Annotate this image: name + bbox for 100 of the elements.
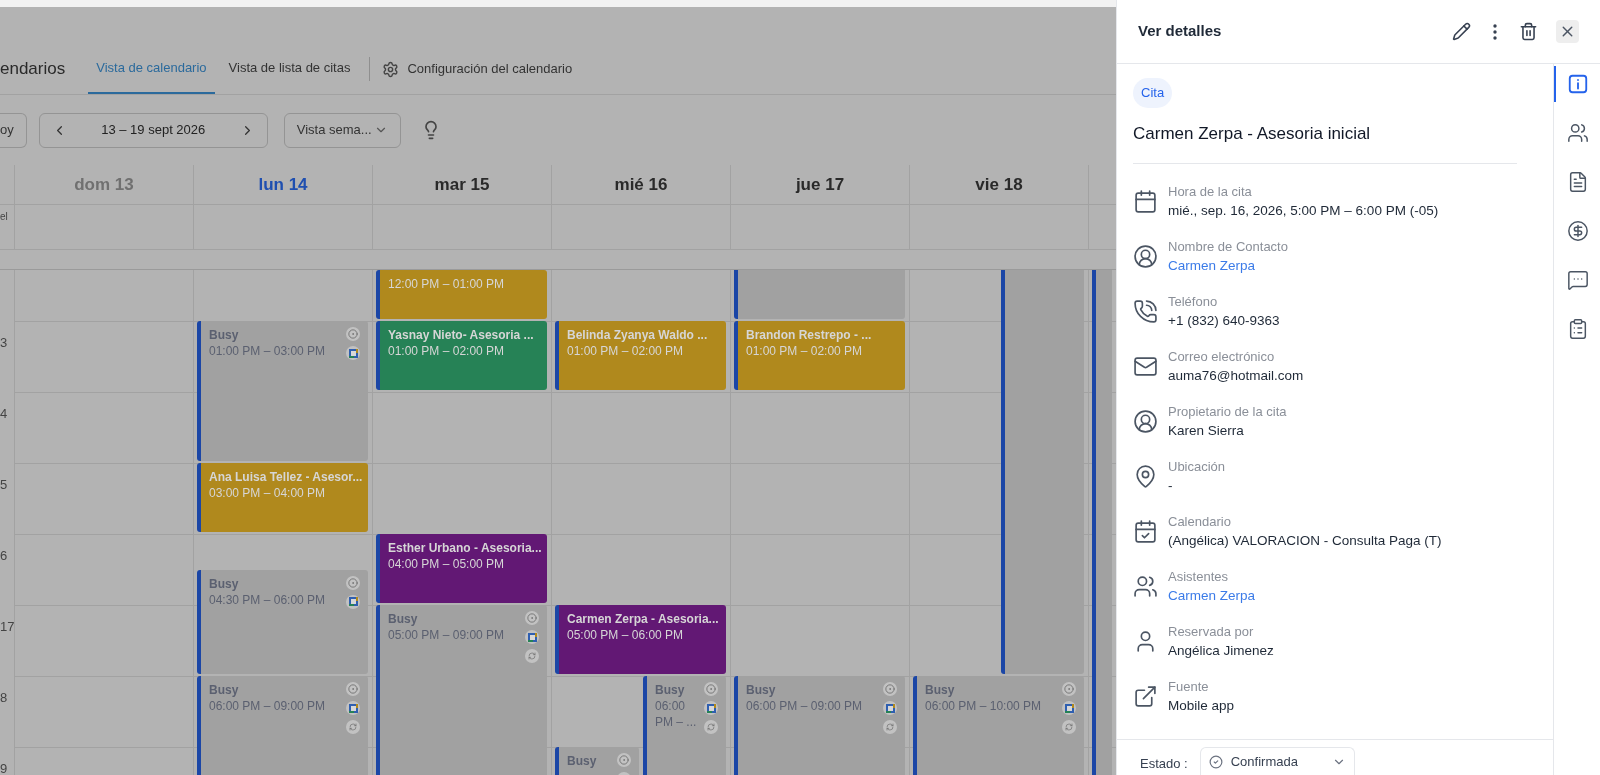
- event-time: 01:00 PM – 02:00 PM: [746, 343, 864, 359]
- event-time: 04:00 PM – 05:00 PM: [388, 556, 506, 572]
- calendar-app-icon: [346, 346, 360, 360]
- status-icon: [883, 682, 897, 696]
- busy-block[interactable]: Busy 06:00 PM – 09:00 PM: [734, 676, 905, 775]
- sync-icon: [525, 649, 539, 663]
- panel-title: Ver detalles: [1138, 21, 1222, 42]
- appointment-card[interactable]: 12:00 PM – 01:00 PM: [376, 270, 547, 319]
- calendar-app-icon: [346, 594, 360, 609]
- sync-icon: [1062, 720, 1076, 734]
- event-title: Busy: [209, 575, 240, 592]
- hour-label: 3: [0, 334, 8, 352]
- all-day-label: el: [0, 210, 8, 224]
- event-time: 01:00 PM – 02:00 PM: [388, 343, 506, 359]
- hour-label: 9: [0, 760, 8, 775]
- appointment-card[interactable]: Yasnay Nieto- Asesoria ... 01:00 PM – 02:00 PM: [376, 321, 547, 390]
- status-select[interactable]: Confirmada: [1199, 747, 1355, 775]
- view-tab[interactable]: Vista de lista de citas: [220, 44, 359, 94]
- document-icon: [1567, 171, 1589, 193]
- view-tab[interactable]: Vista de calendario: [88, 44, 215, 94]
- status-icon: [346, 575, 360, 590]
- calendar-settings-link[interactable]: Configuración del calendario: [378, 59, 577, 79]
- user-circle-icon: [1133, 243, 1158, 269]
- field-link[interactable]: Carmen Zerpa: [1168, 256, 1288, 275]
- event-time: 01:00 PM – 03:00 PM: [209, 343, 326, 359]
- dollar-icon: [1567, 220, 1589, 242]
- clipboard-icon: [1567, 318, 1589, 340]
- event-time: 06:00 PM – ...: [655, 698, 698, 730]
- hour-label: 8: [0, 689, 8, 707]
- external-link-icon: [1133, 683, 1158, 709]
- info-icon: [1567, 73, 1589, 95]
- event-title: Busy: [388, 611, 419, 627]
- appointment-card[interactable]: Ana Luisa Tellez - Asesor... 03:00 PM – 04:00 PM: [197, 463, 368, 532]
- date-navigator[interactable]: 13 – 19 sept 2026: [38, 112, 268, 148]
- event-title: Busy: [925, 682, 956, 698]
- appointment-card[interactable]: Carmen Zerpa - Asesoria... 05:00 PM – 06:00 PM: [555, 605, 726, 674]
- check-circle-icon: [1208, 754, 1223, 769]
- settings-icon: [382, 60, 400, 78]
- field-label: Fuente: [1168, 678, 1210, 696]
- calendar-icon: [1133, 188, 1158, 214]
- event-title: Busy: [209, 682, 240, 698]
- event-time: 05:00 PM – 06:00 PM: [567, 627, 685, 643]
- pencil-icon: [1452, 22, 1471, 41]
- day-header: lun 14: [258, 173, 308, 196]
- date-range: 13 – 19 sept 2026: [101, 121, 206, 140]
- event-title: Esther Urbano - Asesoria...: [388, 540, 539, 556]
- busy-block[interactable]: Busy 06:00 PM – ...: [643, 676, 726, 775]
- appointment-card[interactable]: Esther Urbano - Asesoria... 04:00 PM – 05:00 PM: [376, 534, 547, 603]
- event-time: 06:00 PM – 10:00 PM: [925, 698, 1042, 714]
- event-time: 05:00 PM – 09:00 PM: [388, 627, 505, 643]
- calendar-check-icon: [1133, 518, 1158, 544]
- event-title: Busy: [655, 682, 686, 698]
- field-label: Ubicación: [1168, 458, 1226, 476]
- event-title: Busy: [746, 682, 777, 698]
- status-icon: [1062, 682, 1076, 696]
- trash-icon: [1519, 22, 1538, 41]
- field-label: Hora de la cita: [1168, 183, 1253, 201]
- event-time: 06:00 PM – 09:00 PM: [746, 698, 863, 714]
- status-icon: [704, 682, 718, 696]
- field-value: (Angélica) VALORACION - Consulta Paga (T): [1168, 532, 1442, 550]
- appointment-card[interactable]: Brandon Restrepo - ... 01:00 PM – 02:00 PM: [734, 321, 905, 390]
- busy-block[interactable]: Busy 05:00 PM – 09:00 PM: [376, 605, 547, 775]
- status-icon: [346, 682, 360, 696]
- field-label: Propietario de la cita: [1168, 403, 1287, 421]
- day-header: mar 15: [434, 173, 490, 196]
- busy-block[interactable]: Busy 06:00 PM – 10:00 PM: [913, 676, 1084, 775]
- busy-block[interactable]: Busy 01:00 PM – 03:00 PM: [197, 321, 368, 461]
- hour-label: 17: [0, 618, 14, 636]
- event-time: 03:00 PM – 04:00 PM: [209, 485, 327, 501]
- busy-block[interactable]: Busy: [555, 747, 639, 775]
- calendar-app-icon: [883, 701, 897, 715]
- busy-block[interactable]: [1001, 270, 1084, 674]
- field-value: mié., sep. 16, 2026, 5:00 PM – 6:00 PM (-05): [1168, 202, 1439, 220]
- day-header: jue 17: [795, 173, 845, 196]
- busy-block[interactable]: Busy 04:30 PM – 06:00 PM: [197, 569, 368, 674]
- phone-icon: [1133, 298, 1158, 324]
- field-label: Calendario: [1168, 513, 1232, 531]
- users-icon: [1133, 573, 1158, 599]
- page-title: endarios: [0, 58, 67, 81]
- field-value: Karen Sierra: [1168, 422, 1245, 440]
- field-value: -: [1168, 477, 1174, 495]
- field-link[interactable]: Carmen Zerpa: [1168, 586, 1256, 605]
- sync-icon: [704, 720, 718, 734]
- map-pin-icon: [1133, 463, 1158, 489]
- close-button[interactable]: [1556, 20, 1579, 43]
- field-value: +1 (832) 640-9363: [1168, 312, 1280, 330]
- event-title: Busy: [209, 327, 240, 343]
- status-icon: [617, 753, 631, 767]
- field-label: Reservada por: [1168, 623, 1255, 641]
- event-title: Ana Luisa Tellez - Asesor...: [209, 469, 360, 485]
- view-select[interactable]: Vista sema...: [283, 112, 401, 148]
- sync-icon: [883, 720, 897, 734]
- event-time: 06:00 PM – 09:00 PM: [209, 698, 326, 714]
- appointment-card[interactable]: Belinda Zyanya Waldo ... 01:00 PM – 02:00 PM: [555, 321, 726, 390]
- hour-label: 4: [0, 405, 8, 423]
- hour-label: 6: [0, 547, 8, 565]
- today-button[interactable]: oy: [0, 112, 27, 148]
- day-header: mié 16: [614, 173, 668, 196]
- busy-block[interactable]: Busy 06:00 PM – 09:00 PM: [197, 676, 368, 775]
- calendar-app-icon: [346, 701, 360, 715]
